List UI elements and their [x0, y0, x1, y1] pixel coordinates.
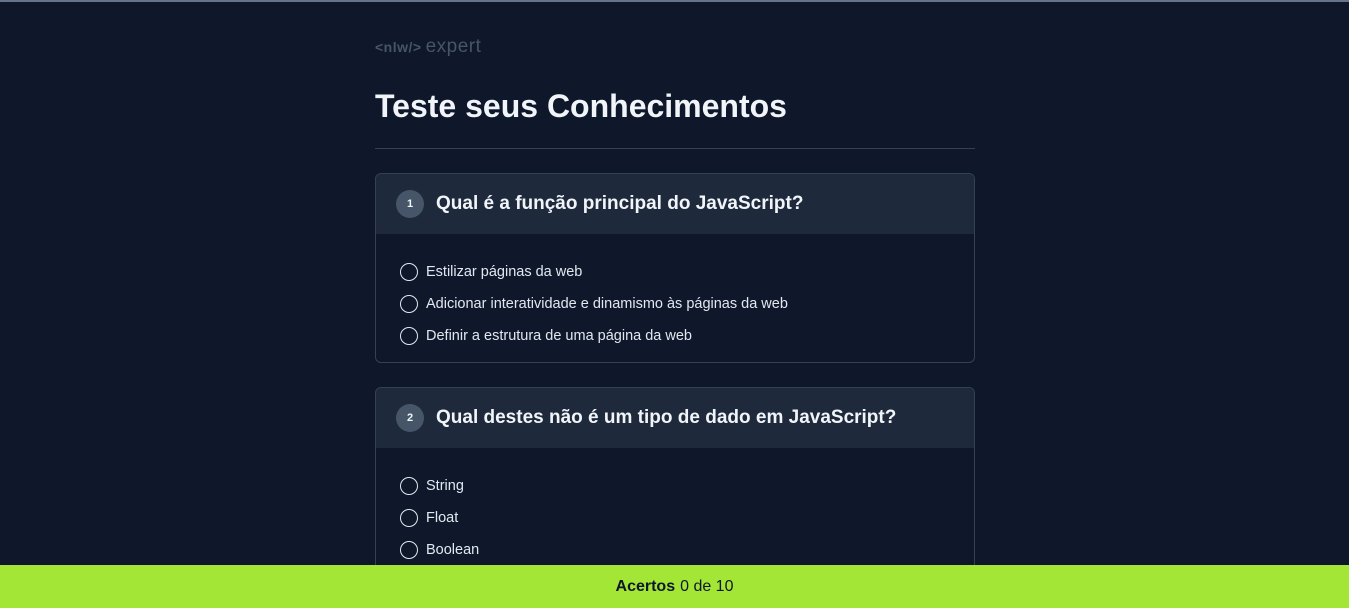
score-label: Acertos: [615, 577, 676, 595]
answer-option[interactable]: Float: [400, 502, 974, 534]
answer-option[interactable]: String: [400, 470, 974, 502]
question-header: 1 Qual é a função principal do JavaScrip…: [376, 174, 974, 234]
question-header: 2 Qual destes não é um tipo de dado em J…: [376, 388, 974, 448]
radio-button[interactable]: [400, 327, 418, 345]
question-number-badge: 2: [396, 404, 424, 432]
score-value: 0 de 10: [680, 577, 734, 595]
answer-label[interactable]: Adicionar interatividade e dinamismo às …: [426, 296, 788, 312]
top-border: [0, 0, 1349, 2]
question-text: Qual é a função principal do JavaScript?: [436, 193, 804, 214]
question-text: Qual destes não é um tipo de dado em Jav…: [436, 407, 897, 428]
answer-option[interactable]: Boolean: [400, 534, 974, 566]
radio-button[interactable]: [400, 509, 418, 527]
nlw-expert-logo: <nlw/> expert: [375, 36, 481, 58]
answer-label[interactable]: Float: [426, 510, 458, 526]
answer-label[interactable]: Definir a estrutura de uma página da web: [426, 328, 692, 344]
answer-option[interactable]: Definir a estrutura de uma página da web: [400, 320, 974, 352]
answer-label[interactable]: Boolean: [426, 542, 479, 558]
radio-button[interactable]: [400, 295, 418, 313]
logo-word: expert: [425, 36, 482, 57]
radio-button[interactable]: [400, 477, 418, 495]
score-bar: Acertos 0 de 10: [0, 565, 1349, 608]
divider: [375, 148, 975, 149]
question-number-badge: 1: [396, 190, 424, 218]
radio-button[interactable]: [400, 541, 418, 559]
question-card-1: 1 Qual é a função principal do JavaScrip…: [375, 173, 975, 363]
answer-option[interactable]: Estilizar páginas da web: [400, 256, 974, 288]
page-title: Teste seus Conhecimentos: [375, 88, 787, 124]
answer-option[interactable]: Adicionar interatividade e dinamismo às …: [400, 288, 974, 320]
radio-button[interactable]: [400, 263, 418, 281]
answer-label[interactable]: String: [426, 478, 464, 494]
logo-tag: <nlw/>: [375, 39, 422, 55]
answer-label[interactable]: Estilizar páginas da web: [426, 264, 582, 280]
answer-options: Estilizar páginas da web Adicionar inter…: [376, 234, 974, 352]
answer-options: String Float Boolean: [376, 448, 974, 566]
question-card-2: 2 Qual destes não é um tipo de dado em J…: [375, 387, 975, 587]
